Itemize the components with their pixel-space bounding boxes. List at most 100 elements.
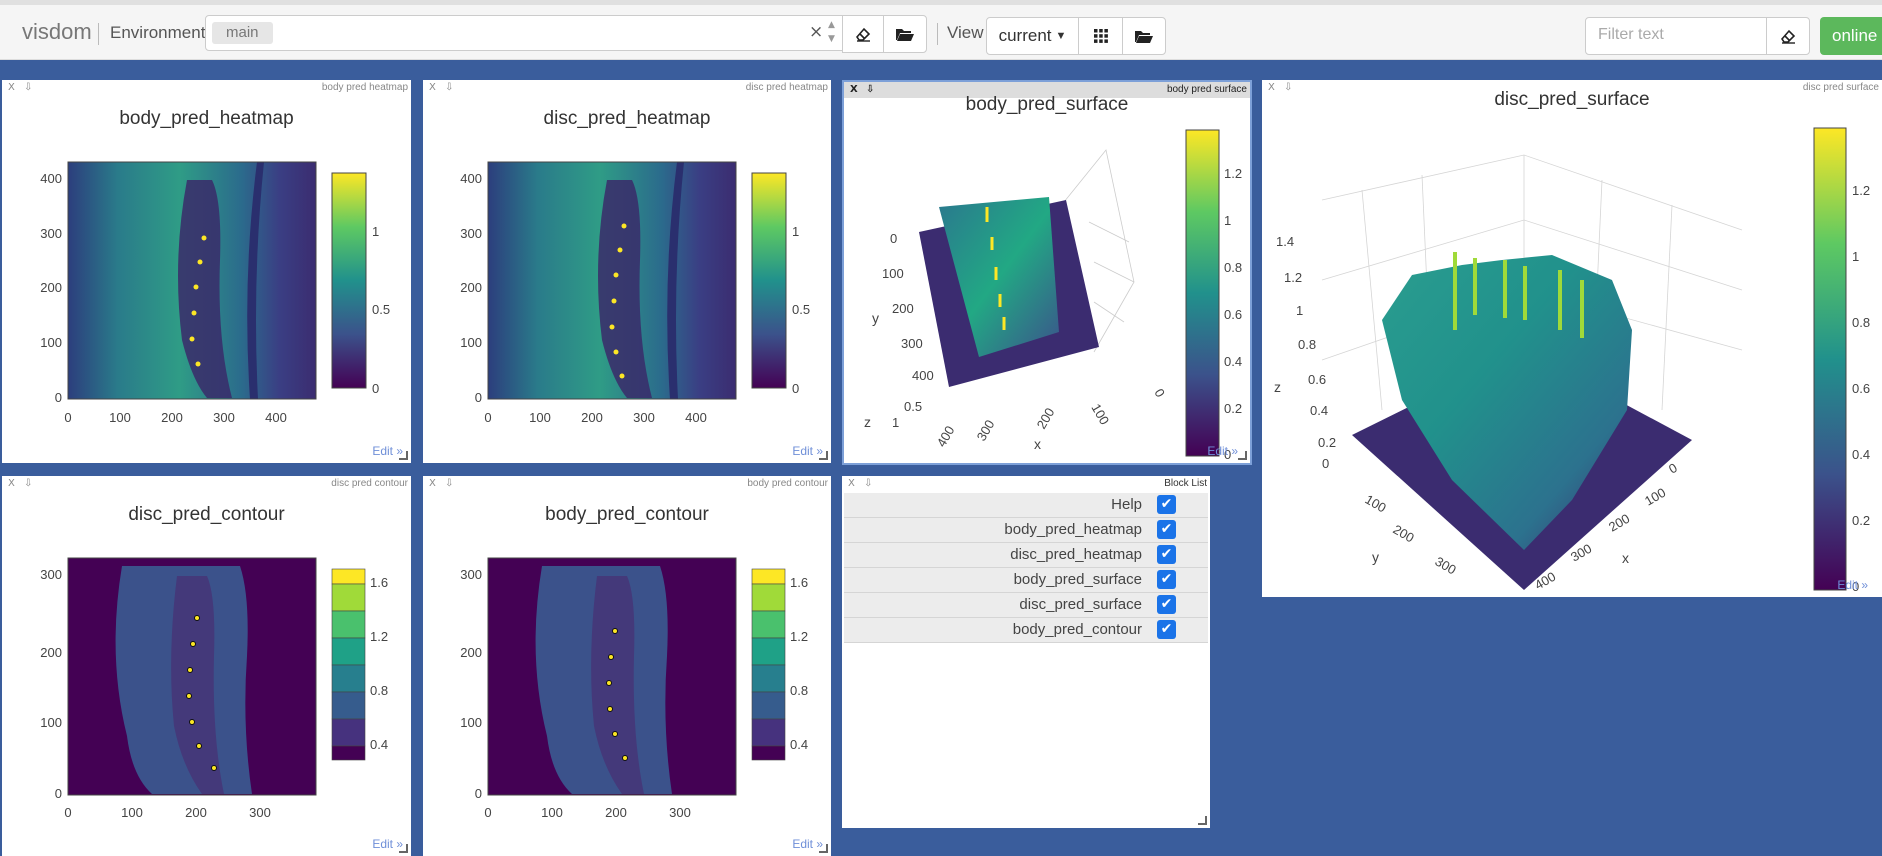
pane-titlebar[interactable]: X ⇩ Block List: [842, 476, 1210, 492]
colorbar: [751, 172, 787, 389]
environment-select[interactable]: main × ▲ ▼: [205, 15, 925, 51]
grid-icon: [1093, 29, 1108, 43]
y-axis-label: y: [1372, 549, 1379, 565]
edit-plot-link[interactable]: Edit »: [1837, 578, 1868, 592]
colorbar-tick-label: 1.2: [1852, 183, 1870, 198]
y-tick-label: 200: [1391, 522, 1417, 546]
surface-plot[interactable]: 0 100 200 300 400 y 0.5 1 z x 400 300 20…: [844, 82, 1250, 463]
contour-plot[interactable]: 300 200 100 0 0 100 200 300 1.6 1.2 0.8 …: [423, 476, 831, 856]
colorbar-tick-label: 0.4: [1852, 447, 1870, 462]
y-tick-label: 300: [40, 567, 62, 582]
resize-handle[interactable]: [399, 844, 408, 853]
z-axis-label: z: [864, 414, 871, 430]
x-tick-label: 400: [934, 423, 958, 449]
colorbar-tick-label: 0.6: [1224, 307, 1242, 322]
z-tick-label: 0.2: [1318, 435, 1336, 450]
heatmap-plot[interactable]: 400 300 200 100 0 0 100 200 300 400 1 0.…: [2, 80, 411, 463]
block-list-item-label: body_pred_heatmap: [1004, 521, 1142, 538]
toolbar-divider: [98, 23, 99, 45]
environment-chip[interactable]: main: [212, 22, 273, 44]
block-list-item[interactable]: Help ✔: [844, 493, 1208, 518]
colorbar-tick-label: 0.8: [1224, 260, 1242, 275]
download-icon[interactable]: ⇩: [864, 478, 872, 489]
x-tick-label: 200: [185, 805, 207, 820]
folder-open-icon: [896, 29, 914, 41]
checkbox-checked-icon[interactable]: ✔: [1157, 620, 1176, 639]
y-tick-label: 400: [912, 368, 934, 383]
repack-grid-button[interactable]: [1078, 17, 1123, 55]
block-list-item[interactable]: body_pred_heatmap ✔: [844, 518, 1208, 543]
y-tick-label: 400: [460, 171, 482, 186]
y-tick-label: 100: [1363, 492, 1389, 516]
y-tick-label: 200: [892, 301, 914, 316]
colorbar-tick-label: 0.4: [370, 737, 388, 752]
colorbar-tick-label: 1.2: [370, 629, 388, 644]
open-view-button[interactable]: [1122, 17, 1166, 55]
resize-handle[interactable]: [1238, 451, 1247, 460]
clear-environment-button[interactable]: [842, 15, 884, 53]
checkbox-checked-icon[interactable]: ✔: [1157, 595, 1176, 614]
y-tick-label: 200: [40, 645, 62, 660]
view-select-value: current: [998, 26, 1052, 45]
resize-handle[interactable]: [399, 451, 408, 460]
colorbar-tick-label: 1.2: [790, 629, 808, 644]
view-label: View: [947, 23, 984, 42]
x-axis-label: x: [1034, 436, 1041, 452]
top-toolbar: visdom Environment main × ▲ ▼ View curren…: [0, 0, 1882, 60]
resize-handle[interactable]: [819, 451, 828, 460]
resize-handle[interactable]: [819, 844, 828, 853]
colorbar-tick-label: 0.2: [1224, 401, 1242, 416]
filter-text-input[interactable]: Filter text: [1585, 17, 1767, 55]
pane-block-list[interactable]: X ⇩ Block List Help ✔ body_pred_heatmap …: [842, 476, 1210, 828]
y-tick-label: 300: [1433, 554, 1459, 578]
pane-disc-pred-heatmap[interactable]: X ⇩ disc pred heatmap disc_pred_heatmap …: [423, 80, 831, 463]
checkbox-checked-icon[interactable]: ✔: [1157, 570, 1176, 589]
resize-handle[interactable]: [1198, 816, 1207, 825]
y-tick-label: 400: [40, 171, 62, 186]
pane-disc-pred-contour[interactable]: X ⇩ disc pred contour disc_pred_contour …: [2, 476, 411, 856]
view-select-button[interactable]: current ▼: [986, 17, 1079, 55]
z-tick-label: 0: [1322, 456, 1329, 471]
colorbar-tick-label: 0.6: [1852, 381, 1870, 396]
colorbar-tick-label: 0.4: [790, 737, 808, 752]
block-list-item-label: Help: [1111, 496, 1142, 513]
x-tick-label: 200: [1034, 405, 1058, 431]
colorbar-tick-label: 1.6: [370, 575, 388, 590]
colorbar-tick-label: 0.2: [1852, 513, 1870, 528]
surface-plot[interactable]: 1.4 1.2 1 0.8 0.6 0.4 0.2 0 z 100 200 30…: [1262, 80, 1882, 597]
x-tick-label: 100: [529, 410, 551, 425]
colorbar-tick-label: 0: [372, 381, 379, 396]
checkbox-checked-icon[interactable]: ✔: [1157, 520, 1176, 539]
x-tick-label: 100: [121, 805, 143, 820]
x-tick-label: 100: [541, 805, 563, 820]
environment-spinner-icon[interactable]: ▲ ▼: [828, 18, 835, 46]
checkbox-checked-icon[interactable]: ✔: [1157, 495, 1176, 514]
y-tick-label: 200: [460, 280, 482, 295]
heatmap-plot[interactable]: 400 300 200 100 0 0 100 200 300 400 1 0.…: [423, 80, 831, 463]
contour-image: [488, 558, 736, 795]
pane-disc-pred-surface[interactable]: X ⇩ disc pred surface disc_pred_surface …: [1262, 80, 1882, 597]
block-list-item[interactable]: body_pred_surface ✔: [844, 568, 1208, 593]
clear-filter-button[interactable]: [1766, 17, 1810, 55]
checkbox-checked-icon[interactable]: ✔: [1157, 545, 1176, 564]
pane-body-pred-surface[interactable]: X ⇩ body pred surface body_pred_surface …: [842, 80, 1252, 465]
contour-plot[interactable]: 300 200 100 0 0 100 200 300 1.6 1.2 0.8 …: [2, 476, 411, 856]
colorbar-tick-label: 1: [372, 224, 379, 239]
block-list-item[interactable]: body_pred_contour ✔: [844, 618, 1208, 643]
heatmap-image: [68, 162, 316, 399]
close-pane-button[interactable]: X: [848, 478, 855, 489]
online-status-button[interactable]: online: [1820, 17, 1882, 55]
x-tick-label: 0: [64, 410, 71, 425]
edit-plot-link[interactable]: Edit »: [1207, 444, 1238, 458]
pane-body-pred-heatmap[interactable]: X ⇩ body pred heatmap body_pred_heatmap: [2, 80, 411, 463]
contour-colorbar: [331, 568, 366, 761]
open-environment-button[interactable]: [883, 15, 927, 53]
block-list-item-label: disc_pred_surface: [1019, 596, 1142, 613]
clear-environment-icon[interactable]: ×: [809, 22, 823, 42]
block-list-item[interactable]: disc_pred_surface ✔: [844, 593, 1208, 618]
colorbar-tick-label: 1: [792, 224, 799, 239]
y-tick-label: 0: [890, 231, 897, 246]
pane-body-pred-contour[interactable]: X ⇩ body pred contour body_pred_contour …: [423, 476, 831, 856]
filter-placeholder: Filter text: [1598, 26, 1664, 43]
block-list-item[interactable]: disc_pred_heatmap ✔: [844, 543, 1208, 568]
